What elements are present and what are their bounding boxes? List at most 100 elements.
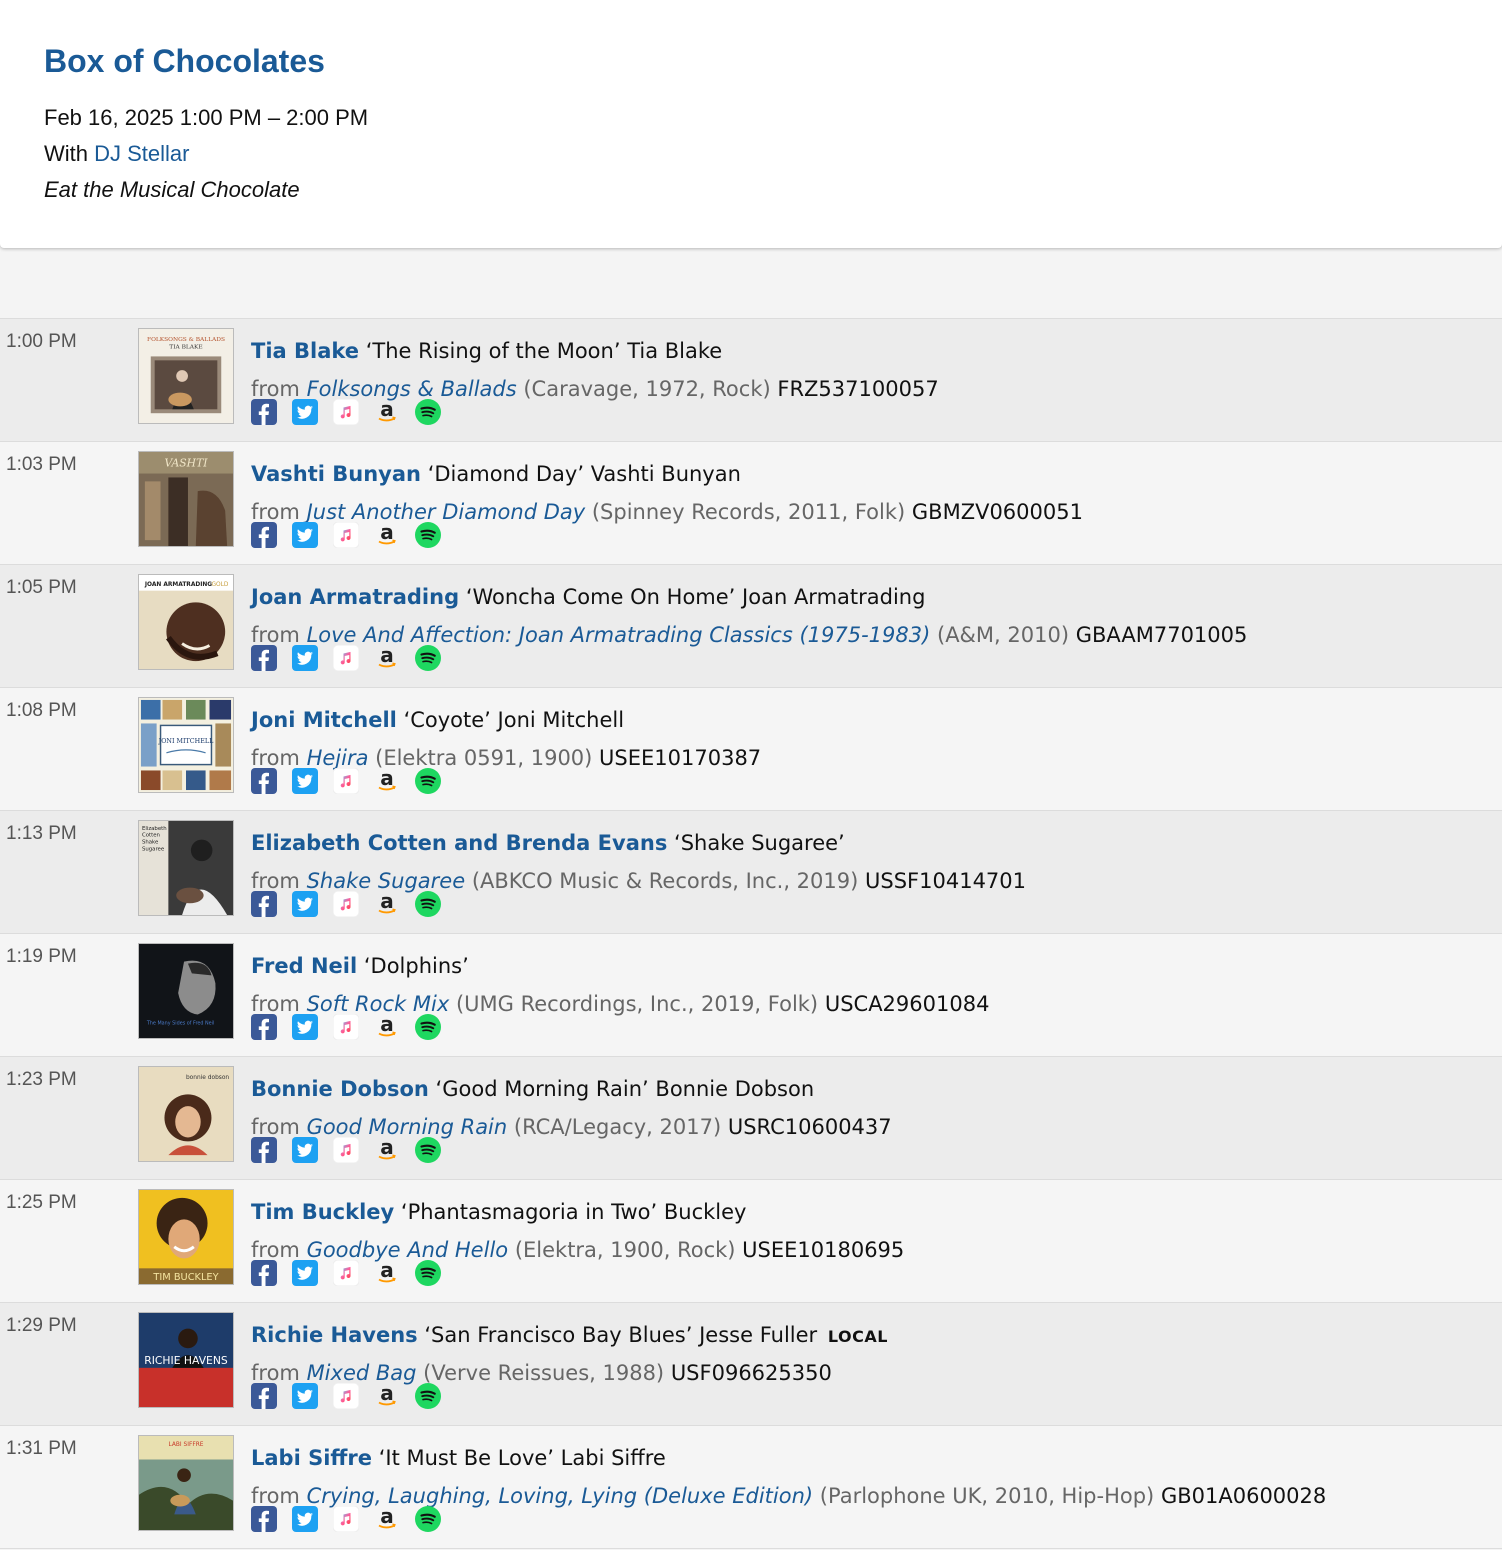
facebook-icon[interactable] (251, 1014, 277, 1040)
amazon-icon[interactable]: a (374, 399, 400, 425)
spotify-icon[interactable] (415, 768, 441, 794)
album-art[interactable]: RICHIE HAVENS (138, 1312, 234, 1408)
artist-link[interactable]: Vashti Bunyan (251, 462, 421, 486)
album-art[interactable]: LABI SIFFRE (138, 1435, 234, 1531)
twitter-icon[interactable] (292, 768, 318, 794)
spotify-icon[interactable] (415, 1506, 441, 1532)
playlist: 1:00 PM FOLKSONGS & BALLADS TIA BLAKE Tia… (0, 318, 1502, 1549)
svg-text:a: a (380, 1383, 394, 1405)
song-title: ‘Good Morning Rain’ (435, 1077, 649, 1101)
twitter-icon[interactable] (292, 399, 318, 425)
album-link[interactable]: Shake Sugaree (307, 869, 466, 893)
playlist-row: 1:00 PM FOLKSONGS & BALLADS TIA BLAKE Tia… (0, 319, 1502, 442)
svg-text:FOLKSONGS & BALLADS: FOLKSONGS & BALLADS (147, 337, 225, 343)
album-art[interactable]: JOAN ARMATRADING GOLD (138, 574, 234, 670)
artist-link[interactable]: Elizabeth Cotten and Brenda Evans (251, 831, 667, 855)
artist-link[interactable]: Tia Blake (251, 339, 359, 363)
artist-link[interactable]: Joni Mitchell (251, 708, 397, 732)
isrc-code: USRC10600437 (727, 1115, 892, 1139)
artist-link[interactable]: Bonnie Dobson (251, 1077, 429, 1101)
album-link[interactable]: Goodbye And Hello (307, 1238, 509, 1262)
album-art[interactable]: TIM BUCKLEY (138, 1189, 234, 1285)
album-link[interactable]: Crying, Laughing, Loving, Lying (Deluxe … (307, 1484, 814, 1508)
twitter-icon[interactable] (292, 891, 318, 917)
spotify-icon[interactable] (415, 1137, 441, 1163)
song-title: ‘It Must Be Love’ (378, 1446, 554, 1470)
twitter-icon[interactable] (292, 1014, 318, 1040)
apple-music-icon[interactable] (333, 645, 359, 671)
album-art[interactable]: bonnie dobson (138, 1066, 234, 1162)
album-art[interactable]: Elizabeth Cotten Shake Sugaree (138, 820, 234, 916)
svg-text:a: a (380, 645, 394, 667)
facebook-icon[interactable] (251, 1260, 277, 1286)
apple-music-icon[interactable] (333, 768, 359, 794)
album-link[interactable]: Good Morning Rain (307, 1115, 508, 1139)
svg-text:a: a (380, 1506, 394, 1528)
amazon-icon[interactable]: a (374, 1260, 400, 1286)
spotify-icon[interactable] (415, 1260, 441, 1286)
amazon-icon[interactable]: a (374, 1383, 400, 1409)
album-art[interactable]: FOLKSONGS & BALLADS TIA BLAKE (138, 328, 234, 424)
artist-link[interactable]: Fred Neil (251, 954, 357, 978)
spotify-icon[interactable] (415, 1383, 441, 1409)
apple-music-icon[interactable] (333, 522, 359, 548)
artist-link[interactable]: Tim Buckley (251, 1200, 394, 1224)
apple-music-icon[interactable] (333, 1383, 359, 1409)
facebook-icon[interactable] (251, 645, 277, 671)
composer: Labi Siffre (560, 1446, 666, 1470)
artist-link[interactable]: Joan Armatrading (251, 585, 459, 609)
amazon-icon[interactable]: a (374, 891, 400, 917)
facebook-icon[interactable] (251, 522, 277, 548)
spotify-icon[interactable] (415, 645, 441, 671)
song-title: ‘Diamond Day’ (427, 462, 584, 486)
facebook-icon[interactable] (251, 1383, 277, 1409)
album-details: (UMG Recordings, Inc., 2019, Folk) (455, 992, 819, 1016)
album-link[interactable]: Just Another Diamond Day (307, 500, 586, 524)
album-link[interactable]: Soft Rock Mix (307, 992, 450, 1016)
artist-link[interactable]: Labi Siffre (251, 1446, 372, 1470)
spotify-icon[interactable] (415, 399, 441, 425)
amazon-icon[interactable]: a (374, 1506, 400, 1532)
spotify-icon[interactable] (415, 522, 441, 548)
dj-link[interactable]: DJ Stellar (94, 141, 189, 166)
amazon-icon[interactable]: a (374, 522, 400, 548)
amazon-icon[interactable]: a (374, 1014, 400, 1040)
facebook-icon[interactable] (251, 891, 277, 917)
facebook-icon[interactable] (251, 1137, 277, 1163)
amazon-icon[interactable]: a (374, 768, 400, 794)
album-link[interactable]: Love And Affection: Joan Armatrading Cla… (307, 623, 931, 647)
album-link[interactable]: Mixed Bag (307, 1361, 417, 1385)
album-art[interactable]: The Many Sides of Fred Neil (138, 943, 234, 1039)
apple-music-icon[interactable] (333, 1137, 359, 1163)
twitter-icon[interactable] (292, 1137, 318, 1163)
spotify-icon[interactable] (415, 891, 441, 917)
apple-music-icon[interactable] (333, 891, 359, 917)
artist-link[interactable]: Richie Havens (251, 1323, 418, 1347)
twitter-icon[interactable] (292, 1260, 318, 1286)
apple-music-icon[interactable] (333, 399, 359, 425)
composer: Jesse Fuller (699, 1323, 818, 1347)
album-art[interactable]: JONI MITCHELL (138, 697, 234, 793)
album-link[interactable]: Hejira (307, 746, 369, 770)
apple-music-icon[interactable] (333, 1506, 359, 1532)
twitter-icon[interactable] (292, 522, 318, 548)
apple-music-icon[interactable] (333, 1014, 359, 1040)
from-label: from (251, 869, 300, 893)
apple-music-icon[interactable] (333, 1260, 359, 1286)
facebook-icon[interactable] (251, 1506, 277, 1532)
from-label: from (251, 1361, 300, 1385)
album-link[interactable]: Folksongs & Ballads (307, 377, 517, 401)
svg-text:Elizabeth: Elizabeth (142, 826, 167, 832)
twitter-icon[interactable] (292, 1383, 318, 1409)
facebook-icon[interactable] (251, 768, 277, 794)
album-art[interactable]: VASHTI (138, 451, 234, 547)
spotify-icon[interactable] (415, 1014, 441, 1040)
facebook-icon[interactable] (251, 399, 277, 425)
song-title: ‘Woncha Come On Home’ (465, 585, 736, 609)
amazon-icon[interactable]: a (374, 1137, 400, 1163)
amazon-icon[interactable]: a (374, 645, 400, 671)
twitter-icon[interactable] (292, 1506, 318, 1532)
svg-text:Sugaree: Sugaree (142, 846, 165, 852)
twitter-icon[interactable] (292, 645, 318, 671)
track-time: 1:19 PM (6, 946, 77, 967)
